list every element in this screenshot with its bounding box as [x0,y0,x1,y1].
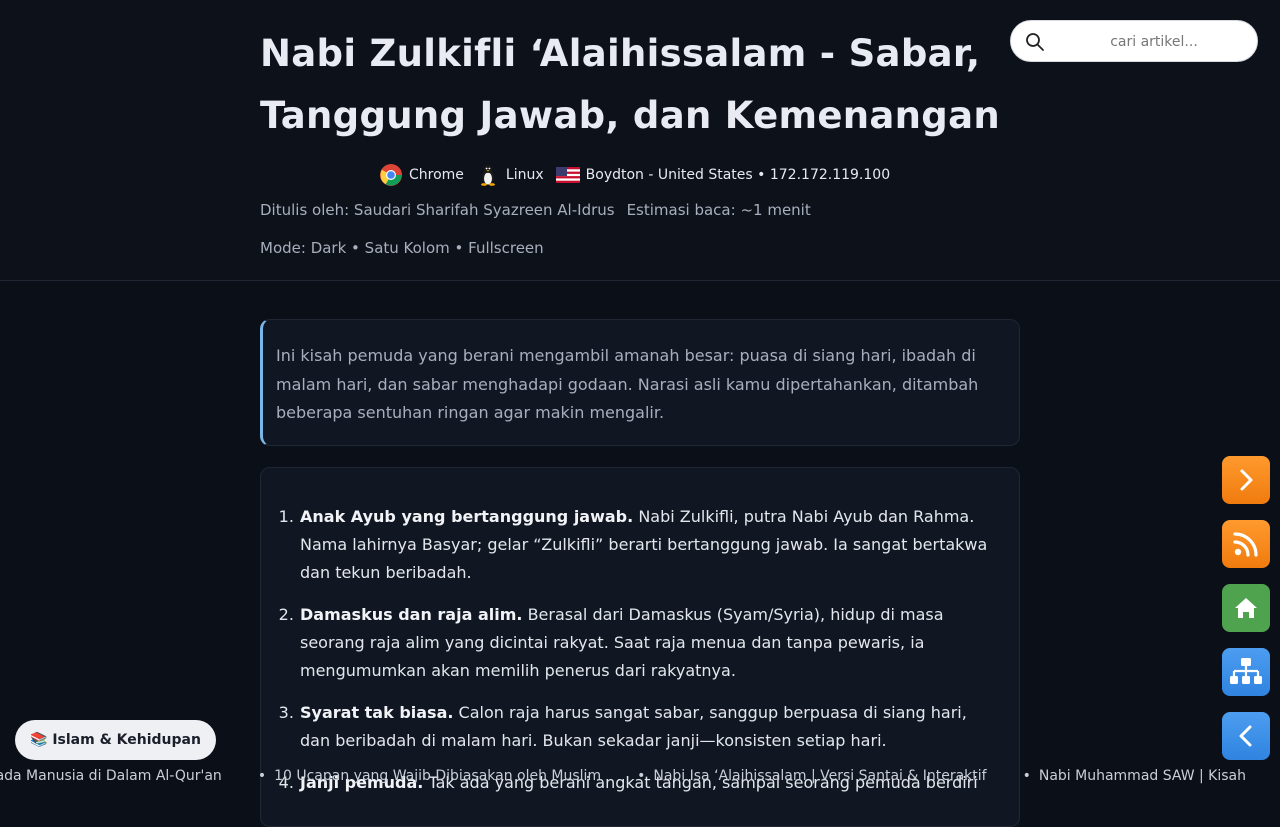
ticker-item[interactable]: Nabi Muhammad SAW | Kisah [1023,768,1246,784]
category-label: Islam & Kehidupan [52,732,201,748]
ticker-item[interactable]: h Allah Kepada Manusia di Dalam Al-Qur'a… [0,768,222,784]
article-title: Nabi Zulkifli ‘Alaihissalam - Sabar, Tan… [260,32,1000,137]
books-icon: 📚 [30,732,48,748]
chrome-icon [380,164,402,186]
browser-name: Chrome [409,167,464,183]
list-item: Damaskus dan raja alim. Berasal dari Dam… [299,601,989,685]
list-item: Syarat tak biasa. Calon raja harus sanga… [299,699,989,755]
sitemap-icon [1230,658,1262,684]
point-title: Damaskus dan raja alim. [300,605,523,624]
category-badge[interactable]: 📚 Islam & Kehidupan [15,720,216,760]
read-time: Estimasi baca: ~1 menit [626,201,811,219]
meta-separator: • [757,167,766,183]
next-article-button[interactable] [1222,456,1270,504]
us-flag-icon [555,167,580,183]
ticker-item[interactable]: 10 Ucapan yang Wajib Dibiasakan oleh Mus… [258,768,601,784]
os-name: Linux [505,167,544,183]
sitemap-button[interactable] [1222,648,1270,696]
rss-button[interactable] [1222,520,1270,568]
author-line: Ditulis oleh: Saudari Sharifah Syazreen … [260,201,811,219]
author-name: Ditulis oleh: Saudari Sharifah Syazreen … [260,201,615,219]
linux-icon [480,165,495,186]
news-ticker: h Allah Kepada Manusia di Dalam Al-Qur'a… [0,766,1280,790]
home-button[interactable] [1222,584,1270,632]
ip-address: 172.172.119.100 [769,167,891,183]
location: Boydton - United States [585,167,753,183]
article-header: Nabi Zulkifli ‘Alaihissalam - Sabar, Tan… [0,0,1280,281]
chevron-left-icon [1239,725,1252,747]
search-icon [1026,33,1044,51]
home-icon [1235,598,1257,618]
ticker-item[interactable]: Nabi Isa ‘Alaihissalam | Versi Santai & … [637,768,986,784]
search-input[interactable] [1059,29,1249,55]
rss-icon [1233,532,1258,557]
chevron-right-icon [1240,469,1253,491]
visitor-info: Chrome Linux Boydton - United States • 1… [379,162,890,188]
list-item: Anak Ayub yang bertanggung jawab. Nabi Z… [299,503,989,587]
search-box[interactable] [1010,20,1258,62]
point-title: Anak Ayub yang bertanggung jawab. [300,507,634,526]
intro-callout: Ini kisah pemuda yang berani mengambil a… [260,319,1020,446]
display-mode: Mode: Dark • Satu Kolom • Fullscreen [260,239,544,257]
story-list: Anak Ayub yang bertanggung jawab. Nabi Z… [261,468,1019,797]
point-title: Syarat tak biasa. [300,703,454,722]
previous-article-button[interactable] [1222,712,1270,760]
